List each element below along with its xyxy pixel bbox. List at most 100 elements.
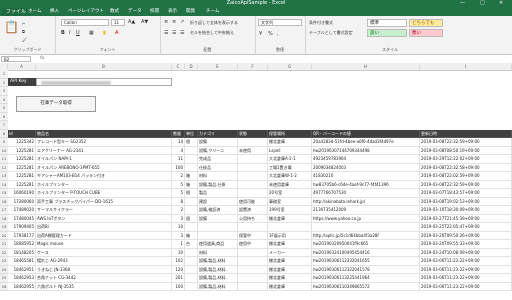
column-header[interactable]: H [312,63,420,70]
table-cell[interactable]: 2019-03-08T22:02:59+09:00 [420,172,512,181]
table-cell[interactable]: 1225281 [8,146,36,155]
table-cell[interactable]: 8 [172,197,185,206]
table-header-cell[interactable]: id [8,129,36,138]
row-header[interactable]: 17 [0,206,8,215]
column-header[interactable]: B [36,63,172,70]
table-cell[interactable]: 102 [172,257,185,266]
row-header[interactable]: 3 [0,87,8,96]
table-cell[interactable]: 設備,製品,材料 [198,257,238,266]
row-header[interactable]: 1 [0,70,8,79]
column-header[interactable]: C [172,63,185,70]
minimize-button[interactable]: — [460,0,465,7]
row-header[interactable]: 2 [0,78,8,87]
table-cell[interactable]: 2019-03-06T11:23:22+09:00 [420,265,512,274]
tab-developer[interactable]: 開発 [186,8,195,16]
row-header[interactable]: 22 [0,248,8,257]
table-cell[interactable]: 設備 [198,214,238,223]
table-header-cell[interactable]: QR・バーコードの値 [312,129,420,138]
table-cell[interactable]: http://akinabata.lehark.jp/ [312,197,420,206]
table-cell[interactable]: hw20190320950041f9c665 [312,240,420,249]
style-neutral[interactable]: どちらでも [409,19,443,27]
table-cell[interactable]: 4 [172,146,185,155]
table-cell[interactable]: 17280060 [8,197,36,206]
table-cell[interactable] [185,274,198,283]
table-header-cell[interactable]: 状態 [238,129,268,138]
table-cell[interactable]: 使用可能 [238,197,268,206]
table-cell[interactable]: 5 [172,180,185,189]
fx-icon[interactable]: fx [40,55,44,63]
table-cell[interactable]: 17489020 [8,206,36,215]
border-icon[interactable]: ▦ [89,30,94,36]
table-cell[interactable] [185,163,198,172]
table-cell[interactable]: 20a4283d-51fd-4bee-a6f0-4dad3f4d97e [312,138,420,147]
table-cell[interactable]: 2019-03-08T22:32:59+09:00 [420,138,512,147]
table-cell[interactable]: 2019-03-06T11:23:22+09:00 [420,274,512,283]
table-cell[interactable]: 4977766707530 [312,189,420,198]
table-cell[interactable]: 仕掛品 [198,163,238,172]
table-cell[interactable]: 設備,クリーニ [198,146,238,155]
tab-formulas[interactable]: 数式 [110,8,119,16]
table-cell[interactable]: サーマルサイクラー [36,206,172,215]
table-cell[interactable]: 設備,検証済 [198,206,238,215]
table-cell[interactable]: 2 [172,206,185,215]
table-cell[interactable]: 11 [172,155,185,164]
table-cell[interactable]: 六角ボルト NJ-3535 [36,282,172,291]
conditional-format-button[interactable]: 条件付き書式 [309,20,333,26]
format-as-table-button[interactable]: テーブルとして書式設定 [309,30,353,36]
table-cell[interactable]: ホイルプリンター [36,180,172,189]
table-cell[interactable] [238,274,268,283]
style-normal[interactable]: 標準 [367,19,407,27]
table-cell[interactable]: 公用持ち [238,214,268,223]
row-header[interactable]: 15 [0,189,8,198]
table-cell[interactable] [185,197,198,206]
table-cell[interactable]: 個 [185,214,198,223]
table-cell[interactable]: オイルパン AREBONO-3PMT-655 [36,163,172,172]
table-cell[interactable]: ギアシャーAM103-B14 パッキン付き [36,172,172,181]
maximize-button[interactable]: □ [480,0,485,7]
table-cell[interactable]: 完成品 [198,155,238,164]
table-cell[interactable]: 個 [185,189,198,198]
row-header[interactable]: 6 [0,112,8,121]
row-header[interactable]: 19 [0,223,8,232]
table-cell[interactable]: 16060190 [8,189,36,198]
close-button[interactable]: ✕ [499,0,503,7]
table-cell[interactable]: 10 [172,223,185,232]
table-cell[interactable]: 18085952 [8,240,36,249]
table-cell[interactable]: 大北倉庫A-2-1 [268,155,312,164]
table-cell[interactable]: Magic mouse [36,240,172,249]
table-cell[interactable] [185,206,198,215]
table-cell[interactable]: 18148205 [8,248,36,257]
column-header[interactable]: I [420,63,512,70]
table-cell[interactable]: 2130735412009 [312,206,420,215]
table-cell[interactable]: 棚北倉庫 [268,240,312,249]
font-name-select[interactable]: Calibri [61,19,109,26]
table-cell[interactable]: 建設 [198,197,238,206]
table-cell[interactable]: 工場1置き場 [268,163,312,172]
table-cell[interactable]: ホイルプリンター P-TOUCH CUBE [36,189,172,198]
align-center-icon[interactable]: ☰ [172,30,176,36]
table-cell[interactable] [238,155,268,164]
table-cell[interactable]: 箱 [185,231,198,240]
table-cell[interactable]: hw20190306113225441964 [312,274,420,283]
table-header-cell[interactable]: 物品名 [36,129,172,138]
row-header[interactable]: 16 [0,197,8,206]
tab-review[interactable]: 校閲 [150,8,159,16]
align-top-icon[interactable]: ≡ [164,19,168,25]
table-cell[interactable]: 2009034824003 [312,163,420,172]
row-header[interactable]: 26 [0,282,8,291]
table-cell[interactable]: 2 [172,172,185,181]
table-cell[interactable]: 使用道具,商品 [198,240,238,249]
table-cell[interactable] [185,257,198,266]
table-cell[interactable]: 2019-03-29T12:22:02+09:00 [420,155,512,164]
format-painter-icon[interactable]: 🖌 [22,37,27,42]
table-cell[interactable]: 2019-03-24T10:08:09+09:00 [420,248,512,257]
table-cell[interactable]: 2019-03-10T18:30:09+09:00 [420,206,512,215]
table-cell[interactable] [185,265,198,274]
table-cell[interactable]: 使用中 [238,240,268,249]
table-cell[interactable]: 100 [172,282,185,291]
table-cell[interactable]: 2019-03-27T21:45:39+09:00 [420,214,512,223]
align-middle-icon[interactable]: ≡ [172,19,176,25]
table-cell[interactable]: https://www.yahoo.co.jp [312,214,420,223]
tab-insert[interactable]: 挿入 [50,8,59,16]
row-header[interactable]: 21 [0,240,8,249]
